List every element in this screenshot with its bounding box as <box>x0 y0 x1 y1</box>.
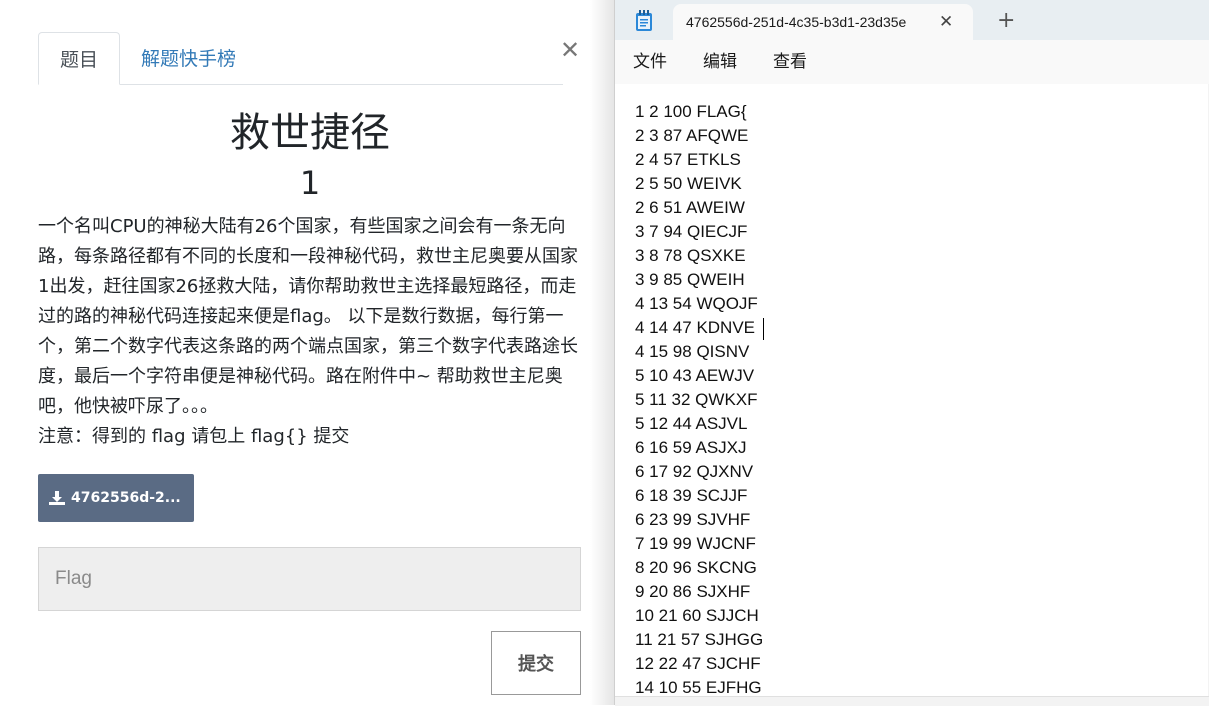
notepad-menubar: 文件 编辑 查看 <box>615 40 1209 84</box>
notepad-titlebar: 4762556d-251d-4c35-b3d1-23d35e ✕ + <box>615 0 1209 40</box>
submission-note: 注意：得到的 flag 请包上 flag{} 提交 <box>38 426 350 447</box>
menu-edit[interactable]: 编辑 <box>703 40 737 84</box>
text-line: 3 8 78 QSXKE <box>635 246 746 265</box>
text-line: 6 23 99 SJVHF <box>635 510 751 529</box>
text-caret <box>763 318 764 340</box>
text-line: 10 21 60 SJJCH <box>635 606 759 625</box>
menu-view[interactable]: 查看 <box>773 40 807 84</box>
text-line: 4 13 54 WQOJF <box>635 294 758 313</box>
challenge-title: 救世捷径 <box>230 110 390 156</box>
attachment-download-button[interactable]: 4762556d-2... <box>38 474 194 522</box>
challenge-panel: 题目 解题快手榜 ✕ 救世捷径 1 一个名叫CPU的神秘大陆有26个国家，有些国… <box>0 0 614 705</box>
tab-challenge[interactable]: 题目 <box>38 32 120 85</box>
attachment-label: 4762556d-2... <box>71 490 181 506</box>
text-line: 2 5 50 WEIVK <box>635 174 742 193</box>
text-line: 5 11 32 QWKXF <box>635 390 758 409</box>
text-line: 1 2 100 FLAG{ <box>635 102 747 121</box>
text-line: 14 10 55 EJFHG <box>635 678 762 696</box>
document-tab[interactable]: 4762556d-251d-4c35-b3d1-23d35e ✕ <box>673 4 973 40</box>
text-line: 3 7 94 QIECJF <box>635 222 748 241</box>
tab-leaderboard[interactable]: 解题快手榜 <box>141 32 236 84</box>
menu-file[interactable]: 文件 <box>633 40 667 84</box>
text-line: 6 17 92 QJXNV <box>635 462 754 481</box>
challenge-tabs: 题目 解题快手榜 <box>38 32 563 85</box>
flag-input[interactable] <box>38 547 581 611</box>
text-line: 9 20 86 SJXHF <box>635 582 751 601</box>
close-icon[interactable]: ✕ <box>560 36 580 64</box>
notepad-window: 4762556d-251d-4c35-b3d1-23d35e ✕ + 文件 编辑… <box>614 0 1209 706</box>
text-line: 4 14 47 KDNVE <box>635 318 756 337</box>
submit-button[interactable]: 提交 <box>491 631 581 695</box>
text-line: 2 6 51 AWEIW <box>635 198 745 217</box>
text-line: 2 3 87 AFQWE <box>635 126 749 145</box>
document-tab-title: 4762556d-251d-4c35-b3d1-23d35e <box>686 14 907 30</box>
text-line: 11 21 57 SJHGG <box>635 630 764 649</box>
text-line: 6 18 39 SCJJF <box>635 486 748 505</box>
close-tab-icon[interactable]: ✕ <box>939 4 953 40</box>
text-editor[interactable]: 1 2 100 FLAG{ 2 3 87 AFQWE 2 4 57 ETKLS 2 5… <box>615 84 1208 696</box>
description-text: 一个名叫CPU的神秘大陆有26个国家，有些国家之间会有一条无向路，每条路径都有不… <box>38 216 578 417</box>
challenge-points: 1 <box>299 164 321 202</box>
text-line: 5 12 44 ASJVL <box>635 414 748 433</box>
text-line: 12 22 47 SJCHF <box>635 654 761 673</box>
text-line: 3 9 85 QWEIH <box>635 270 745 289</box>
challenge-description: 一个名叫CPU的神秘大陆有26个国家，有些国家之间会有一条无向路，每条路径都有不… <box>38 212 583 452</box>
text-line: 4 15 98 QISNV <box>635 342 750 361</box>
text-line: 8 20 96 SKCNG <box>635 558 757 577</box>
window-shadow <box>590 0 614 705</box>
download-icon <box>49 491 65 505</box>
text-line: 6 16 59 ASJXJ <box>635 438 747 457</box>
notepad-icon <box>636 10 652 31</box>
new-tab-icon[interactable]: + <box>997 8 1015 33</box>
text-line: 5 10 43 AEWJV <box>635 366 755 385</box>
text-line: 2 4 57 ETKLS <box>635 150 741 169</box>
text-line: 7 19 99 WJCNF <box>635 534 756 553</box>
